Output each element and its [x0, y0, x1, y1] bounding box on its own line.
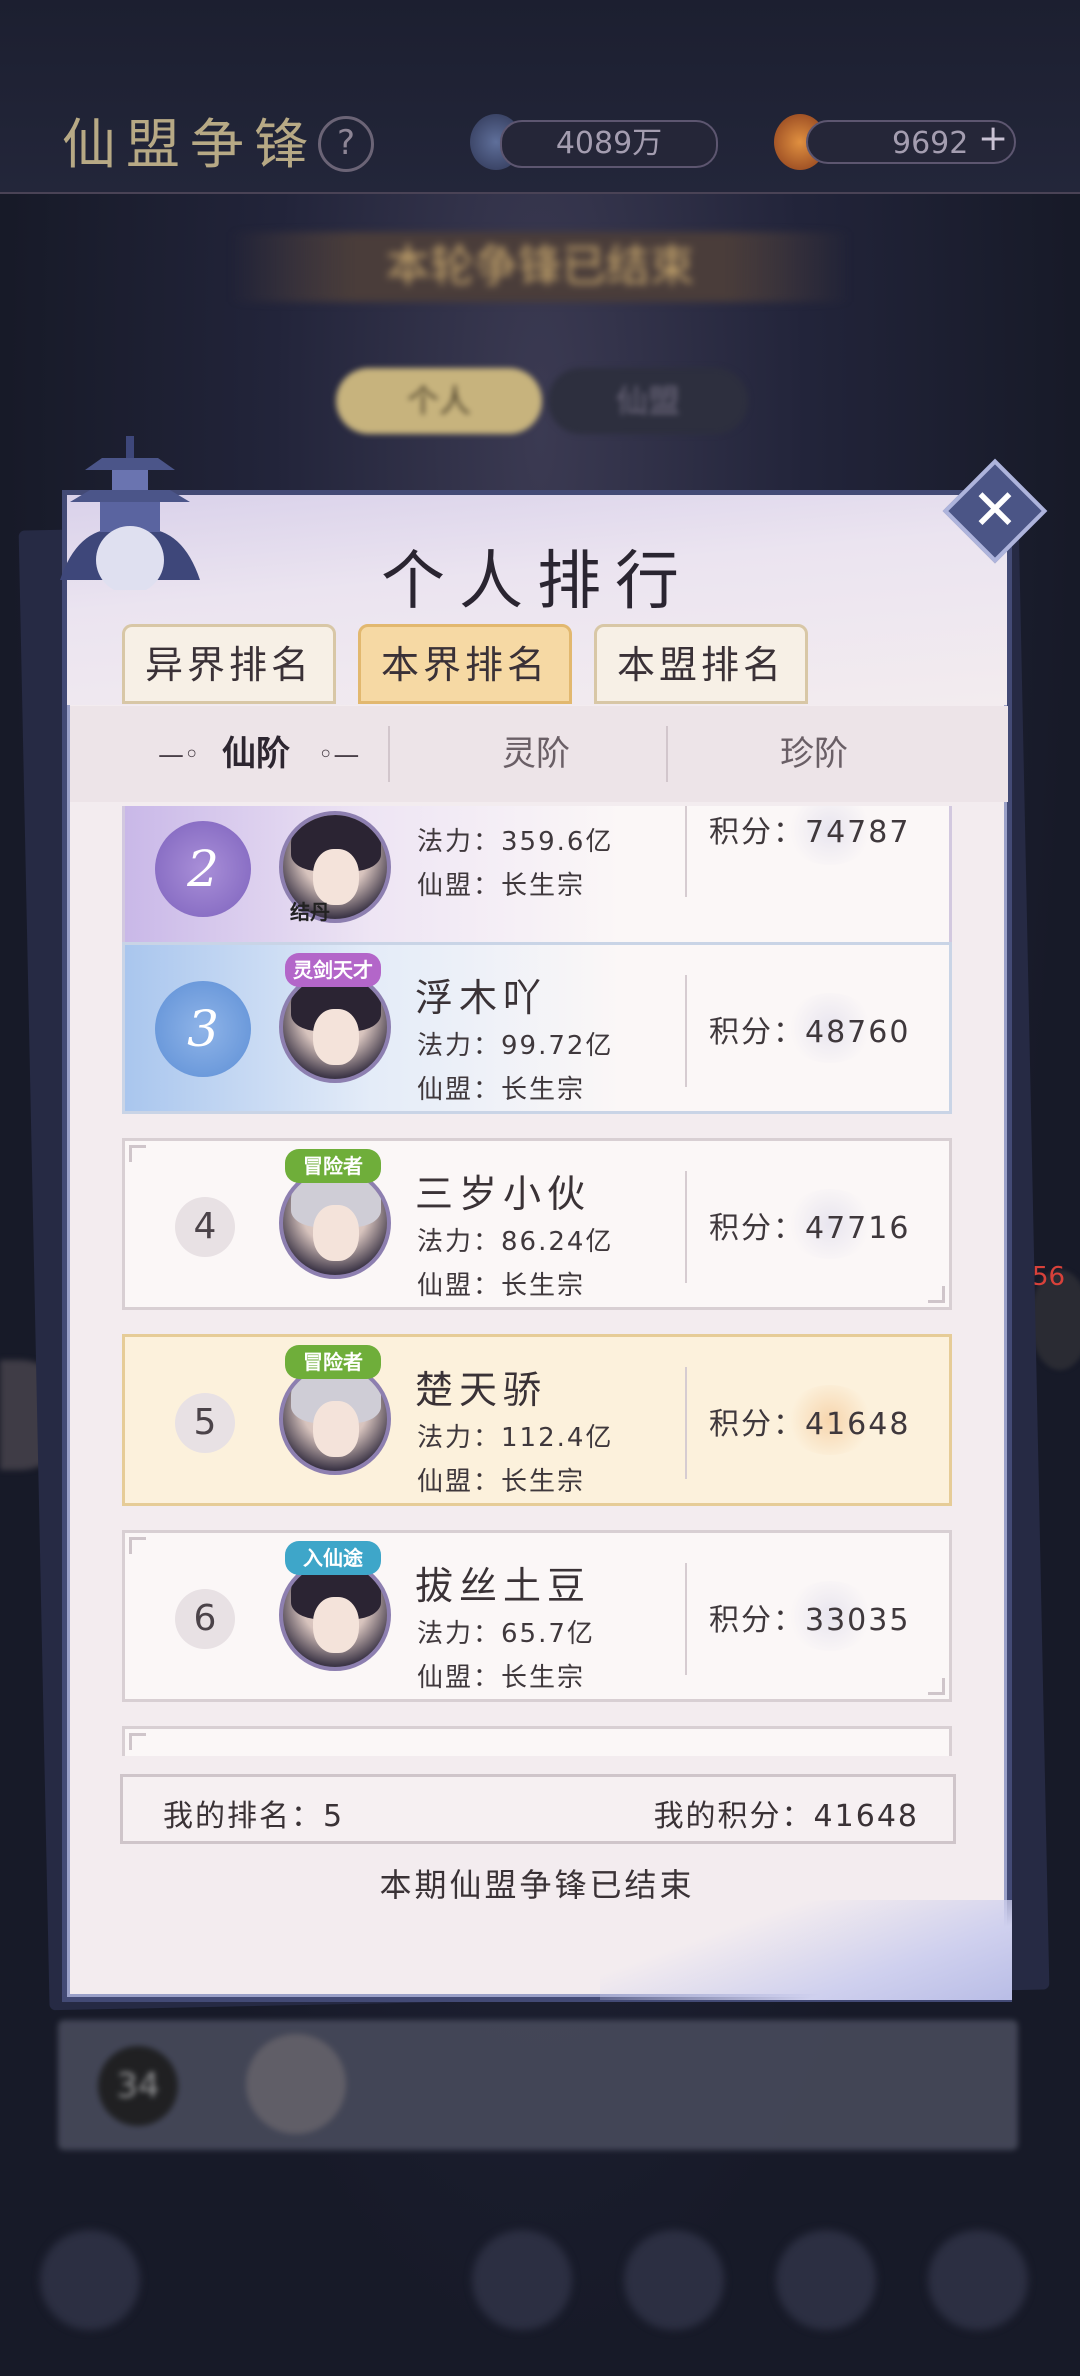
flame-currency-value: 9692: [892, 126, 969, 161]
popup-title: 个人排行: [381, 545, 693, 619]
right-ornament-icon: ◦—: [318, 740, 360, 770]
row-divider: [685, 975, 687, 1087]
rank-medal: 3: [155, 981, 251, 1077]
player-guild: 仙盟：长生宗: [417, 871, 586, 901]
avatar[interactable]: [279, 1559, 391, 1671]
tab-this-realm-ranking[interactable]: 本界排名: [358, 624, 572, 704]
title-badge: 入仙途: [285, 1541, 381, 1575]
player-score: 积分：33035: [709, 1603, 911, 1638]
rank-number: 6: [175, 1589, 235, 1649]
player-power: 法力：359.6亿: [417, 827, 614, 857]
bg-tab-alliance[interactable]: 仙盟: [548, 368, 748, 434]
nav-icon-4[interactable]: [928, 2230, 1028, 2330]
bg-rank-number: 34: [98, 2046, 178, 2126]
avatar[interactable]: [279, 1167, 391, 1279]
nav-icon-3[interactable]: [776, 2230, 876, 2330]
corner-ornament: [129, 1145, 146, 1162]
player-name: 浮木吖: [415, 976, 548, 1020]
player-power: 法力：86.24亿: [417, 1227, 614, 1257]
realm-badge: 结丹: [290, 900, 330, 924]
add-currency-icon[interactable]: +: [978, 118, 1008, 159]
ranking-row[interactable]: [122, 1726, 952, 1756]
player-name: 楚天骄: [415, 1368, 548, 1412]
subtab-immortal-tier[interactable]: 仙阶: [106, 706, 406, 802]
countdown-text: [0, 316, 1080, 344]
player-power: 法力：99.72亿: [417, 1031, 614, 1061]
ranking-row[interactable]: 4 冒险者 三岁小伙 法力：86.24亿 仙盟：长生宗 积分：47716: [122, 1138, 952, 1310]
player-power: 法力：112.4亿: [417, 1423, 614, 1453]
title-badge: 灵剑天才: [285, 953, 381, 987]
row-divider: [685, 1171, 687, 1283]
my-rank-bar: 我的排名：5 我的积分：41648: [120, 1774, 956, 1844]
player-score: 积分：41648: [709, 1407, 911, 1442]
player-name: 三岁小伙: [415, 1172, 592, 1216]
corner-ornament: [129, 1733, 146, 1750]
avatar[interactable]: [279, 1363, 391, 1475]
spirit-stone-counter: 4089万: [500, 120, 718, 168]
rank-number: 4: [175, 1197, 235, 1257]
tab-alliance-ranking[interactable]: 本盟排名: [594, 624, 808, 704]
player-score: 积分：47716: [709, 1211, 911, 1246]
notification-badge: 56: [1032, 1262, 1066, 1292]
round-ended-banner: 本轮争锋已结束: [230, 232, 850, 302]
corner-ornament: [928, 1678, 945, 1695]
title-badge: 冒险者: [285, 1345, 381, 1379]
ranking-row[interactable]: 3 灵剑天才 浮木吖 法力：99.72亿 仙盟：长生宗 积分：48760: [122, 942, 952, 1114]
corner-ornament: [928, 1286, 945, 1303]
player-guild: 仙盟：长生宗: [417, 1271, 586, 1301]
player-power: 法力：65.7亿: [417, 1619, 595, 1649]
my-rank-bar-background: 34: [58, 2020, 1018, 2150]
back-icon[interactable]: [40, 2230, 140, 2330]
screen-title: 仙盟争锋: [62, 113, 318, 176]
player-guild: 仙盟：长生宗: [417, 1663, 586, 1693]
bg-tab-personal[interactable]: 个人: [336, 368, 542, 434]
player-name: 拔丝土豆: [415, 1564, 592, 1608]
close-icon[interactable]: ✕: [958, 474, 1032, 548]
corner-ornament: [129, 1537, 146, 1554]
my-score-label: 我的积分：41648: [653, 1799, 919, 1834]
row-divider: [685, 1367, 687, 1479]
player-guild: 仙盟：长生宗: [417, 1467, 586, 1497]
player-score: 积分：74787: [709, 815, 911, 850]
ranking-row-self[interactable]: 5 冒险者 楚天骄 法力：112.4亿 仙盟：长生宗 积分：41648: [122, 1334, 952, 1506]
tab-other-realm-ranking[interactable]: 异界排名: [122, 624, 336, 704]
title-badge: 冒险者: [285, 1149, 381, 1183]
bg-avatar: [246, 2034, 346, 2134]
subtab-spirit-tier[interactable]: 灵阶: [386, 706, 686, 802]
rank-number: 5: [175, 1393, 235, 1453]
help-icon[interactable]: ?: [318, 116, 374, 172]
avatar[interactable]: [279, 971, 391, 1083]
subtab-treasure-tier[interactable]: 珍阶: [664, 706, 964, 802]
ranking-row[interactable]: 6 入仙途 拔丝土豆 法力：65.7亿 仙盟：长生宗 积分：33035: [122, 1530, 952, 1702]
player-guild: 仙盟：长生宗: [417, 1075, 586, 1105]
nav-icon-1[interactable]: [472, 2230, 572, 2330]
row-divider: [685, 806, 687, 897]
row-divider: [685, 1563, 687, 1675]
nav-icon-2[interactable]: [624, 2230, 724, 2330]
player-score: 积分：48760: [709, 1015, 911, 1050]
my-rank-label: 我的排名：5: [163, 1799, 345, 1834]
rank-medal: 2: [155, 821, 251, 917]
ranking-row[interactable]: 2 结丹 法力：359.6亿 仙盟：长生宗 积分：74787: [122, 806, 952, 954]
ranking-list[interactable]: 2 结丹 法力：359.6亿 仙盟：长生宗 积分：74787 3 灵剑天才 浮木…: [118, 806, 958, 1756]
